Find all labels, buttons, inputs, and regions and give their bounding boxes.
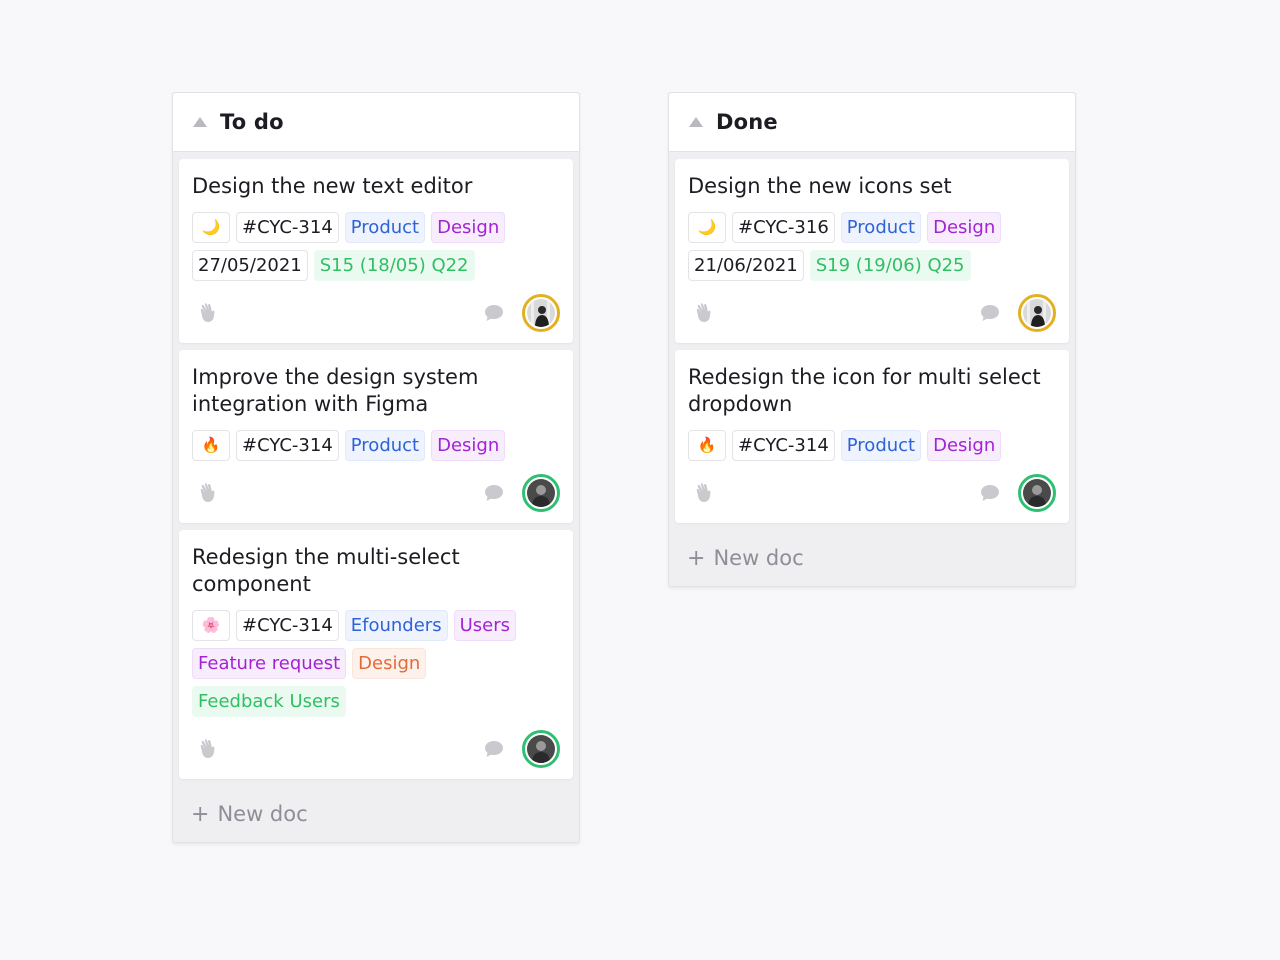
tag-chip[interactable]: Product (840, 430, 922, 461)
triangle-up-icon[interactable] (193, 117, 207, 127)
doc-card[interactable]: Improve the design system integration wi… (179, 350, 573, 523)
doc-card[interactable]: Redesign the icon for multi select dropd… (675, 350, 1069, 523)
sprint-chip[interactable]: S19 (19/06) Q25 (809, 250, 971, 281)
status-emoji-chip[interactable]: 🌸 (192, 610, 230, 641)
avatar[interactable] (1018, 474, 1056, 512)
column-header: Done (669, 93, 1075, 152)
status-emoji-chip[interactable]: 🔥 (688, 430, 726, 461)
tag-chip[interactable]: Design (352, 648, 427, 679)
column-header: To do (173, 93, 579, 152)
speech-bubble-icon[interactable] (484, 304, 504, 322)
card-properties: 🔥 #CYC-314 Product Design (192, 430, 560, 461)
doc-card[interactable]: Redesign the multi-select component 🌸 #C… (179, 530, 573, 779)
tag-chip[interactable]: Design (927, 430, 1002, 461)
plus-icon: + (191, 801, 210, 827)
plus-icon: + (687, 545, 706, 571)
issue-id-chip[interactable]: #CYC-314 (236, 212, 339, 243)
card-title[interactable]: Improve the design system integration wi… (192, 364, 560, 418)
triangle-up-icon[interactable] (689, 117, 703, 127)
user-photo (527, 735, 555, 763)
tag-chip[interactable]: Feature request (192, 648, 347, 679)
avatar[interactable] (522, 294, 560, 332)
kanban-board: To do Design the new text editor 🌙 #CYC-… (0, 0, 1280, 960)
tag-chip[interactable]: Product (344, 430, 426, 461)
column-todo: To do Design the new text editor 🌙 #CYC-… (172, 92, 580, 843)
tag-chip[interactable]: Design (431, 430, 506, 461)
avatar[interactable] (1018, 294, 1056, 332)
issue-id-chip[interactable]: #CYC-314 (236, 610, 339, 641)
waving-hand-icon[interactable] (196, 302, 218, 324)
avatar[interactable] (522, 730, 560, 768)
waving-hand-icon[interactable] (196, 738, 218, 760)
tag-chip[interactable]: Design (431, 212, 506, 243)
column-title: To do (220, 110, 284, 134)
sprint-chip[interactable]: S15 (18/05) Q22 (313, 250, 475, 281)
user-photo (1023, 299, 1051, 327)
card-title[interactable]: Redesign the multi-select component (192, 544, 560, 598)
speech-bubble-icon[interactable] (980, 304, 1000, 322)
card-footer (192, 293, 560, 333)
issue-id-chip[interactable]: #CYC-316 (732, 212, 835, 243)
date-chip[interactable]: 21/06/2021 (688, 250, 804, 281)
waving-hand-icon[interactable] (196, 482, 218, 504)
status-emoji-chip[interactable]: 🔥 (192, 430, 230, 461)
column-title: Done (716, 110, 778, 134)
card-properties: 🌙 #CYC-314 Product Design 27/05/2021 S15… (192, 212, 560, 281)
tag-chip[interactable]: Product (840, 212, 922, 243)
date-chip[interactable]: 27/05/2021 (192, 250, 308, 281)
issue-id-chip[interactable]: #CYC-314 (732, 430, 835, 461)
new-doc-label: New doc (713, 546, 804, 570)
tag-chip[interactable]: Feedback Users (192, 686, 346, 717)
speech-bubble-icon[interactable] (980, 484, 1000, 502)
card-list: Design the new text editor 🌙 #CYC-314 Pr… (173, 152, 579, 779)
issue-id-chip[interactable]: #CYC-314 (236, 430, 339, 461)
user-photo (527, 479, 555, 507)
tag-chip[interactable]: Users (453, 610, 516, 641)
new-doc-button[interactable]: + New doc (173, 786, 579, 842)
card-properties: 🌙 #CYC-316 Product Design 21/06/2021 S19… (688, 212, 1056, 281)
card-title[interactable]: Design the new icons set (688, 173, 1056, 200)
waving-hand-icon[interactable] (692, 302, 714, 324)
doc-card[interactable]: Design the new icons set 🌙 #CYC-316 Prod… (675, 159, 1069, 343)
avatar[interactable] (522, 474, 560, 512)
new-doc-button[interactable]: + New doc (669, 530, 1075, 586)
card-footer (688, 293, 1056, 333)
column-done: Done Design the new icons set 🌙 #CYC-316… (668, 92, 1076, 587)
card-title[interactable]: Design the new text editor (192, 173, 560, 200)
user-photo (1023, 479, 1051, 507)
speech-bubble-icon[interactable] (484, 740, 504, 758)
tag-chip[interactable]: Product (344, 212, 426, 243)
card-footer (192, 473, 560, 513)
status-emoji-chip[interactable]: 🌙 (688, 212, 726, 243)
status-emoji-chip[interactable]: 🌙 (192, 212, 230, 243)
card-properties: 🔥 #CYC-314 Product Design (688, 430, 1056, 461)
speech-bubble-icon[interactable] (484, 484, 504, 502)
new-doc-label: New doc (217, 802, 308, 826)
doc-card[interactable]: Design the new text editor 🌙 #CYC-314 Pr… (179, 159, 573, 343)
card-properties: 🌸 #CYC-314 Efounders Users Feature reque… (192, 610, 560, 717)
card-footer (192, 729, 560, 769)
tag-chip[interactable]: Design (927, 212, 1002, 243)
card-footer (688, 473, 1056, 513)
card-list: Design the new icons set 🌙 #CYC-316 Prod… (669, 152, 1075, 523)
tag-chip[interactable]: Efounders (344, 610, 448, 641)
card-title[interactable]: Redesign the icon for multi select dropd… (688, 364, 1056, 418)
waving-hand-icon[interactable] (692, 482, 714, 504)
user-photo (527, 299, 555, 327)
